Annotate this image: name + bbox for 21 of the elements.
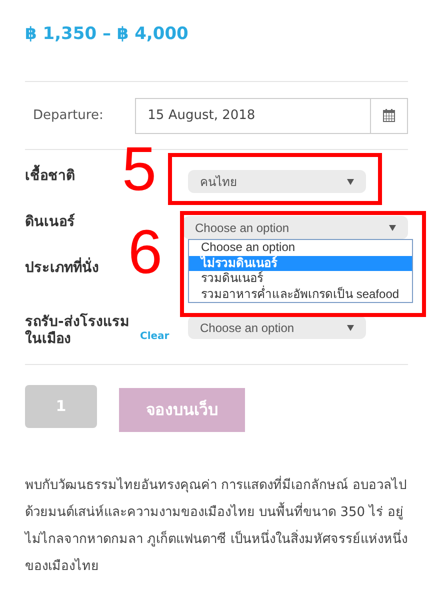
select-field[interactable]: Choose an option xyxy=(183,216,408,239)
dropdown-option[interactable]: ไม่รวมดินเนอร์ xyxy=(189,256,412,271)
departure-label: Departure: xyxy=(32,106,104,125)
caret-icon xyxy=(347,178,354,184)
dropdown-option[interactable]: รวมดินเนอร์ xyxy=(189,271,412,286)
caret-icon xyxy=(389,224,396,230)
caret-icon xyxy=(347,324,354,330)
select-field[interactable]: คนไทย xyxy=(188,170,366,193)
select-value: Choose an option xyxy=(200,320,294,336)
calendar-icon xyxy=(382,109,395,122)
description-text: พบกับวัฒนธรรมไทยอันทรงคุณค่า การแสดงที่มีเอกลักษณ์ อบอวลไปด้วยมนต์เสน่ห์และความงามของเมืองไทย บนพื้นที่ขนาด 350 ไร่ อยู่ไม่ไกลจากหาดกมลา ภูเก็ตแฟนตาซี เป็นหนึ่งในสิ่งมหัศจรรย์แห่งหนึ่งของเมืองไทย xyxy=(25,472,415,580)
dropdown-option[interactable]: รวมอาหารค่ำและอัพเกรดเป็น seafood xyxy=(189,286,412,302)
calendar-button[interactable] xyxy=(370,98,408,134)
dropdown-option[interactable]: Choose an option xyxy=(189,240,412,256)
select-value: Choose an option xyxy=(195,220,290,236)
field-label: รถรับ-ส่งโรงแรมในเมือง xyxy=(25,312,130,348)
field-label: ดินเนอร์ xyxy=(25,212,76,231)
select-field[interactable]: Choose an option xyxy=(188,316,366,339)
price-range: ฿ 1,350 – ฿ 4,000 xyxy=(25,23,190,46)
select-value: คนไทย xyxy=(200,174,237,190)
date-field[interactable]: 15 August, 2018 xyxy=(134,98,371,134)
